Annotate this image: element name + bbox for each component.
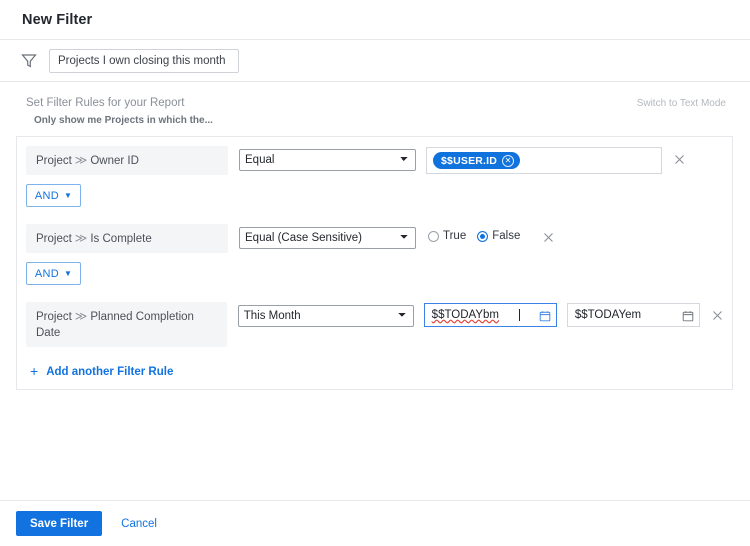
filter-rules-list: Project ≫ Owner ID Equal $$USER.ID ✕ AND… <box>16 136 733 390</box>
and-connector-button[interactable]: AND ▼ <box>26 184 81 207</box>
dialog-footer: Save Filter Cancel <box>0 500 750 546</box>
remove-rule-button[interactable] <box>711 309 724 322</box>
filter-rule-row: Project ≫ Owner ID Equal $$USER.ID ✕ <box>17 137 732 184</box>
rule-field-separator: ≫ <box>74 309 88 323</box>
add-filter-rule-label: Add another Filter Rule <box>46 365 174 378</box>
rule-value-chip-box[interactable]: $$USER.ID ✕ <box>426 147 662 174</box>
filter-name-input[interactable] <box>49 48 239 73</box>
radio-false-dot <box>477 230 489 242</box>
calendar-icon[interactable] <box>539 309 551 322</box>
date-to-value: $$TODAYem <box>574 309 642 321</box>
radio-true-label: True <box>443 230 467 242</box>
rule-field-separator: ≫ <box>74 153 88 167</box>
rule-connector: AND ▼ <box>17 262 732 293</box>
remove-rule-button[interactable] <box>542 231 555 244</box>
radio-true[interactable]: True <box>428 230 466 242</box>
date-to-input[interactable]: $$TODAYem <box>566 303 700 327</box>
switch-to-text-mode-link[interactable]: Switch to Text Mode <box>637 96 726 109</box>
dialog-header: New Filter <box>0 0 750 40</box>
filter-name-bar <box>0 40 750 82</box>
rule-field-label[interactable]: Project ≫ Is Complete <box>26 224 228 253</box>
rule-operator-select[interactable]: This Month <box>237 305 414 327</box>
new-filter-dialog: New Filter Set Filter Rules for your Rep… <box>0 0 750 546</box>
rule-module-name: Project <box>36 233 72 245</box>
text-cursor <box>518 309 520 321</box>
filter-rules-subtitle: Only show me Projects in which the... <box>34 115 213 126</box>
filter-rule-row: Project ≫ Planned Completion Date This Mon… <box>17 293 732 356</box>
page-title: New Filter <box>22 11 93 28</box>
rule-field-separator: ≫ <box>74 231 88 245</box>
calendar-icon[interactable] <box>682 309 694 322</box>
radio-false-label: False <box>492 230 521 242</box>
rule-operator-select[interactable]: Equal (Case Sensitive) <box>239 227 416 249</box>
chip-remove-icon[interactable]: ✕ <box>502 154 515 167</box>
value-chip[interactable]: $$USER.ID ✕ <box>433 152 521 169</box>
rule-field-label[interactable]: Project ≫ Owner ID <box>26 146 228 175</box>
rule-connector: AND ▼ <box>17 184 732 215</box>
rule-module-name: Project <box>36 311 72 323</box>
date-from-value: $$TODAYbm <box>431 309 499 321</box>
rule-field-name: Is Complete <box>90 233 152 245</box>
and-connector-button[interactable]: AND ▼ <box>26 262 81 285</box>
filter-rules-section: Set Filter Rules for your Report Only sh… <box>0 82 750 500</box>
and-connector-label: AND <box>34 267 59 280</box>
chevron-down-icon: ▼ <box>63 268 73 278</box>
rule-module-name: Project <box>36 155 72 167</box>
funnel-icon <box>20 52 38 70</box>
chevron-down-icon: ▼ <box>63 190 73 200</box>
rule-operator-select[interactable]: Equal <box>239 149 416 171</box>
and-connector-label: AND <box>34 189 59 202</box>
radio-true-dot <box>428 230 439 242</box>
rule-field-label[interactable]: Project ≫ Planned Completion Date <box>26 302 227 347</box>
plus-icon: + <box>30 363 39 379</box>
filter-rule-row: Project ≫ Is Complete Equal (Case Sensitiv… <box>17 215 732 262</box>
date-from-input[interactable]: $$TODAYbm <box>423 303 557 327</box>
filter-rules-title: Set Filter Rules for your Report <box>26 97 185 109</box>
add-filter-rule-button[interactable]: + Add another Filter Rule <box>17 356 732 389</box>
rule-boolean-value-group: True False <box>428 230 531 242</box>
value-chip-label: $$USER.ID <box>441 154 498 167</box>
rule-field-name: Owner ID <box>90 155 139 167</box>
filter-rules-header: Set Filter Rules for your Report Only sh… <box>16 96 734 128</box>
remove-rule-button[interactable] <box>673 153 686 166</box>
save-filter-button[interactable]: Save Filter <box>16 511 103 536</box>
cancel-button[interactable]: Cancel <box>121 518 157 530</box>
radio-false[interactable]: False <box>477 230 520 242</box>
